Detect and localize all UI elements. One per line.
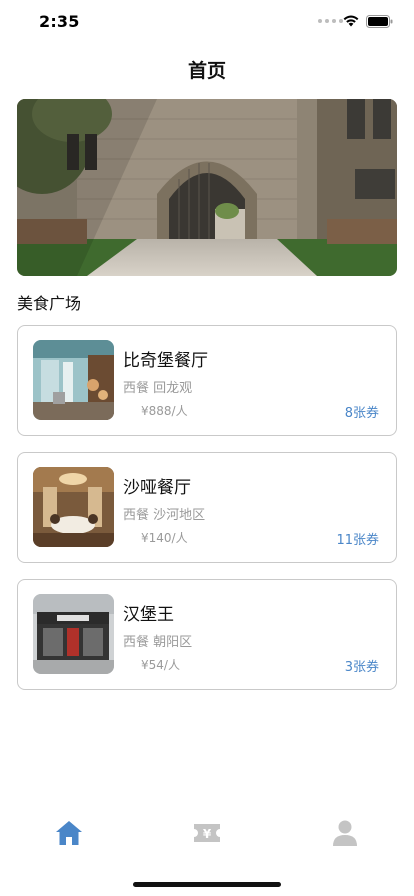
banner-image[interactable] <box>17 99 397 276</box>
restaurant-name: 汉堡王 <box>123 605 174 625</box>
battery-icon <box>366 15 393 28</box>
restaurant-category: 西餐 回龙观 <box>123 381 193 396</box>
svg-text:¥: ¥ <box>203 827 212 841</box>
status-bar: 2:35 <box>0 0 414 44</box>
restaurant-category: 西餐 朝阳区 <box>123 635 193 650</box>
restaurant-price: ¥140/人 <box>141 531 188 545</box>
user-icon[interactable] <box>330 818 360 848</box>
tab-bar: ¥ <box>0 810 414 860</box>
restaurant-price: ¥54/人 <box>141 658 180 672</box>
coupon-count[interactable]: 3张券 <box>345 656 379 675</box>
restaurant-card[interactable]: 沙哑餐厅 西餐 沙河地区 ¥140/人 11张券 <box>17 452 397 563</box>
status-time: 2:35 <box>39 12 80 31</box>
restaurant-thumbnail <box>33 467 114 547</box>
signal-dots-icon <box>318 19 343 23</box>
coupon-icon[interactable]: ¥ <box>192 818 222 848</box>
restaurant-name: 沙哑餐厅 <box>123 478 191 498</box>
section-title: 美食广场 <box>17 294 82 313</box>
restaurant-thumbnail <box>33 340 114 420</box>
page-title: 首页 <box>187 60 226 82</box>
restaurant-name: 比奇堡餐厅 <box>123 351 208 371</box>
restaurant-card[interactable]: 汉堡王 西餐 朝阳区 ¥54/人 3张券 <box>17 579 397 690</box>
restaurant-category: 西餐 沙河地区 <box>123 508 206 523</box>
restaurant-card[interactable]: 比奇堡餐厅 西餐 回龙观 ¥888/人 8张券 <box>17 325 397 436</box>
coupon-count[interactable]: 8张券 <box>345 402 379 421</box>
restaurant-price: ¥888/人 <box>141 404 188 418</box>
home-indicator <box>133 882 281 887</box>
restaurant-thumbnail <box>33 594 114 674</box>
coupon-count[interactable]: 11张券 <box>336 529 379 548</box>
home-icon[interactable] <box>54 818 84 848</box>
wifi-icon <box>343 15 359 27</box>
